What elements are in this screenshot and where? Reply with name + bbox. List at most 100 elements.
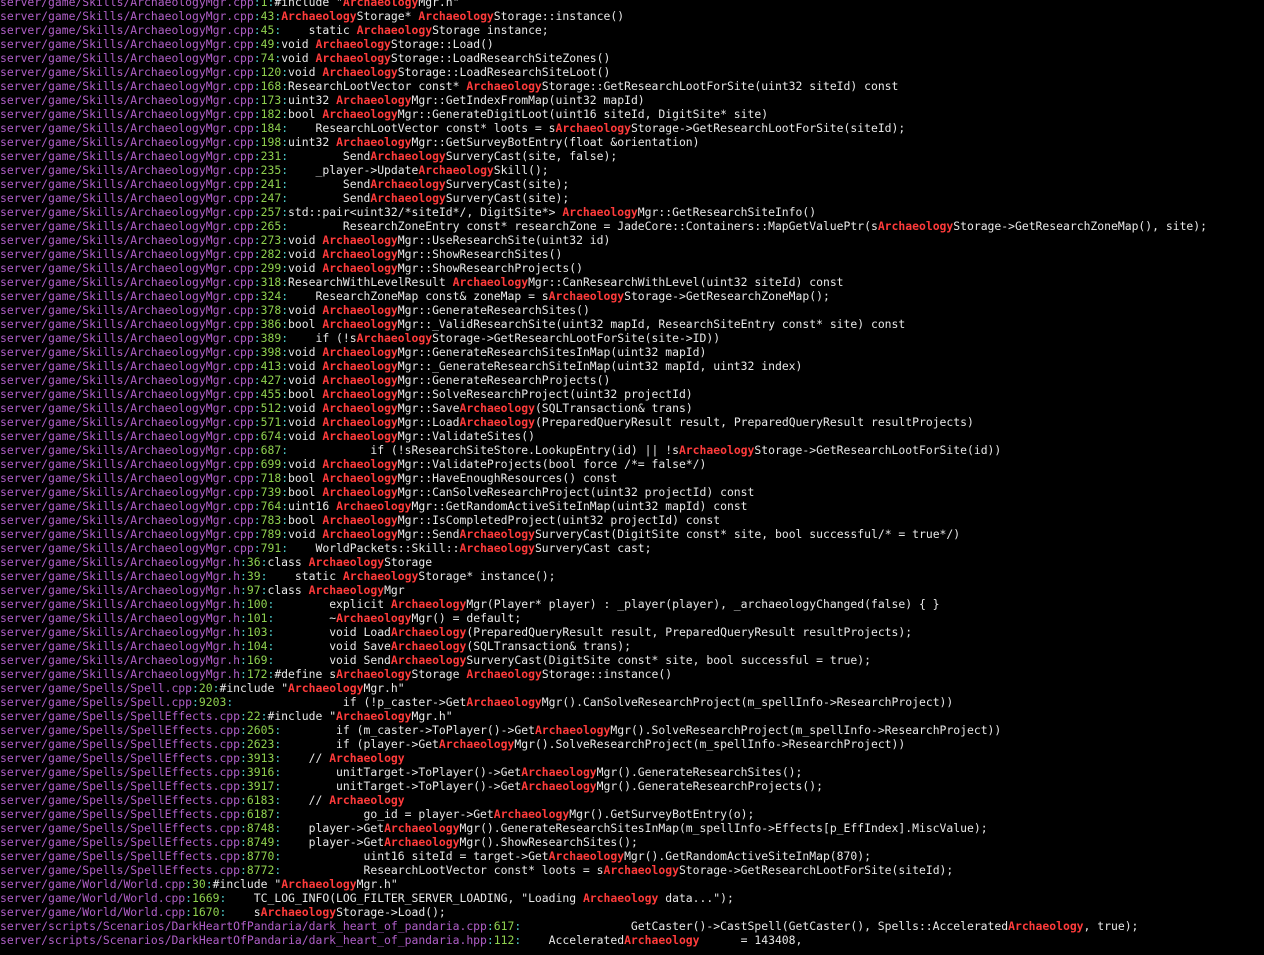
grep-result-line: server/game/World/World.cpp:1670: sArcha… — [0, 905, 1264, 919]
match-text: if (!sResearchSiteStore.LookupEntry(id) … — [288, 443, 1002, 457]
file-path: server/game/Skills/ArchaeologyMgr.cpp — [0, 65, 254, 79]
match-text: void ArchaeologyMgr::GenerateResearchPro… — [288, 373, 611, 387]
search-match: Archaeology — [322, 317, 398, 331]
search-match: Archaeology — [1008, 919, 1084, 933]
file-path: server/game/Skills/ArchaeologyMgr.cpp — [0, 37, 254, 51]
line-number: 718 — [260, 471, 282, 485]
line-number: 674 — [260, 429, 282, 443]
grep-result-line: server/game/Skills/ArchaeologyMgr.cpp:74… — [0, 51, 1264, 65]
file-path: server/game/Skills/ArchaeologyMgr.cpp — [0, 9, 254, 23]
line-number: 3917 — [246, 779, 275, 793]
grep-result-line: server/game/Spells/SpellEffects.cpp:3913… — [0, 751, 1264, 765]
separator: : — [240, 583, 247, 597]
separator: : — [253, 93, 261, 107]
search-match: Archaeology — [466, 695, 542, 709]
file-path: server/game/Spells/SpellEffects.cpp — [0, 723, 241, 737]
line-number: 8748 — [246, 821, 275, 835]
file-path: server/game/Skills/ArchaeologyMgr.h — [0, 667, 241, 681]
separator: : — [253, 23, 261, 37]
grep-result-line: server/game/Skills/ArchaeologyMgr.h:172:… — [0, 667, 1264, 681]
file-path: server/game/Skills/ArchaeologyMgr.h — [0, 611, 241, 625]
file-path: server/game/Skills/ArchaeologyMgr.cpp — [0, 471, 254, 485]
separator: : — [253, 289, 261, 303]
separator: : — [253, 429, 261, 443]
match-text: static ArchaeologyStorage instance; — [281, 23, 549, 37]
file-path: server/game/Skills/ArchaeologyMgr.cpp — [0, 121, 254, 135]
match-text: WorldPackets::Skill::ArchaeologySurveryC… — [288, 541, 652, 555]
match-text: #define sArchaeologyStorage ArchaeologyS… — [274, 667, 673, 681]
file-path: server/game/Skills/ArchaeologyMgr.cpp — [0, 457, 254, 471]
separator: : — [253, 9, 261, 23]
file-path: server/game/Skills/ArchaeologyMgr.cpp — [0, 541, 254, 555]
grep-result-line: server/game/Skills/ArchaeologyMgr.cpp:17… — [0, 93, 1264, 107]
match-text: go_id = player->GetArchaeologyMgr().GetS… — [281, 807, 755, 821]
match-text: if (m_caster->ToPlayer()->GetArchaeology… — [281, 723, 1002, 737]
line-number: 299 — [260, 261, 282, 275]
grep-result-line: server/game/Spells/SpellEffects.cpp:6183… — [0, 793, 1264, 807]
separator: : — [253, 275, 261, 289]
line-number: 1670 — [192, 905, 220, 919]
line-number: 22 — [246, 709, 261, 723]
match-text: void ArchaeologyMgr::SendArchaeologySurv… — [288, 527, 961, 541]
search-match: Archaeology — [390, 625, 467, 639]
search-match: Archaeology — [370, 191, 446, 205]
file-path: server/game/Skills/ArchaeologyMgr.h — [0, 569, 241, 583]
search-match: Archaeology — [624, 933, 700, 947]
match-text: ResearchLootVector const* ArchaeologySto… — [288, 79, 899, 93]
match-text: if (!p_caster->GetArchaeologyMgr().CanSo… — [233, 695, 954, 709]
match-text: explicit ArchaeologyMgr(Player* player) … — [274, 597, 940, 611]
file-path: server/game/Skills/ArchaeologyMgr.h — [0, 639, 241, 653]
search-match: Archaeology — [315, 51, 391, 65]
file-path: server/game/Spells/SpellEffects.cpp — [0, 751, 241, 765]
separator: : — [253, 177, 261, 191]
file-path: server/game/Skills/ArchaeologyMgr.cpp — [0, 51, 254, 65]
grep-result-line: server/game/World/World.cpp:30:#include … — [0, 877, 1264, 891]
line-number: 1669 — [192, 891, 220, 905]
line-number: 182 — [260, 107, 282, 121]
match-text: void ArchaeologyMgr::ValidateProjects(bo… — [288, 457, 707, 471]
search-match: Archaeology — [390, 597, 467, 611]
separator: : — [240, 807, 247, 821]
separator: : — [253, 261, 261, 275]
search-match: Archaeology — [678, 443, 755, 457]
line-number: 378 — [260, 303, 282, 317]
grep-result-line: server/game/Skills/ArchaeologyMgr.cpp:45… — [0, 387, 1264, 401]
file-path: server/game/Spells/SpellEffects.cpp — [0, 807, 241, 821]
match-text: class ArchaeologyMgr — [267, 583, 405, 597]
search-match: Archaeology — [582, 891, 659, 905]
search-match: Archaeology — [322, 471, 398, 485]
file-path: server/game/Skills/ArchaeologyMgr.cpp — [0, 499, 254, 513]
search-match: Archaeology — [534, 723, 611, 737]
search-match: Archaeology — [356, 331, 433, 345]
search-match: Archaeology — [356, 23, 433, 37]
grep-result-line: server/game/Spells/SpellEffects.cpp:3916… — [0, 765, 1264, 779]
grep-result-line: server/scripts/Scenarios/DarkHeartOfPand… — [0, 933, 1264, 947]
grep-result-line: server/game/Skills/ArchaeologyMgr.cpp:45… — [0, 23, 1264, 37]
search-match: Archaeology — [322, 457, 398, 471]
line-number: 413 — [260, 359, 282, 373]
grep-result-line: server/game/Skills/ArchaeologyMgr.cpp:28… — [0, 247, 1264, 261]
file-path: server/game/Skills/ArchaeologyMgr.cpp — [0, 373, 254, 387]
line-number: 257 — [260, 205, 282, 219]
file-path: server/game/Skills/ArchaeologyMgr.cpp — [0, 149, 254, 163]
separator: : — [253, 457, 261, 471]
grep-result-line: server/game/Spells/SpellEffects.cpp:8770… — [0, 849, 1264, 863]
file-path: server/game/Skills/ArchaeologyMgr.cpp — [0, 191, 254, 205]
grep-result-line: server/game/Spells/SpellEffects.cpp:3917… — [0, 779, 1264, 793]
file-path: server/game/Spells/SpellEffects.cpp — [0, 793, 241, 807]
line-number: 789 — [260, 527, 282, 541]
match-text: uint32 ArchaeologyMgr::GetSurveyBotEntry… — [288, 135, 700, 149]
grep-result-line: server/game/Skills/ArchaeologyMgr.cpp:41… — [0, 359, 1264, 373]
search-match: Archaeology — [308, 555, 385, 569]
grep-result-line: server/game/Skills/ArchaeologyMgr.cpp:38… — [0, 331, 1264, 345]
file-path: server/game/Spells/SpellEffects.cpp — [0, 779, 241, 793]
line-number: 6183 — [246, 793, 275, 807]
line-number: 791 — [260, 541, 282, 555]
search-match: Archaeology — [336, 709, 412, 723]
grep-result-line: server/game/Skills/ArchaeologyMgr.h:169:… — [0, 653, 1264, 667]
file-path: server/game/Skills/ArchaeologyMgr.cpp — [0, 359, 254, 373]
grep-result-line: server/game/Skills/ArchaeologyMgr.cpp:71… — [0, 471, 1264, 485]
match-text: void ArchaeologyMgr::LoadArchaeology(Pre… — [288, 415, 974, 429]
file-path: server/game/Skills/ArchaeologyMgr.h — [0, 583, 241, 597]
grep-result-line: server/game/Skills/ArchaeologyMgr.cpp:23… — [0, 149, 1264, 163]
